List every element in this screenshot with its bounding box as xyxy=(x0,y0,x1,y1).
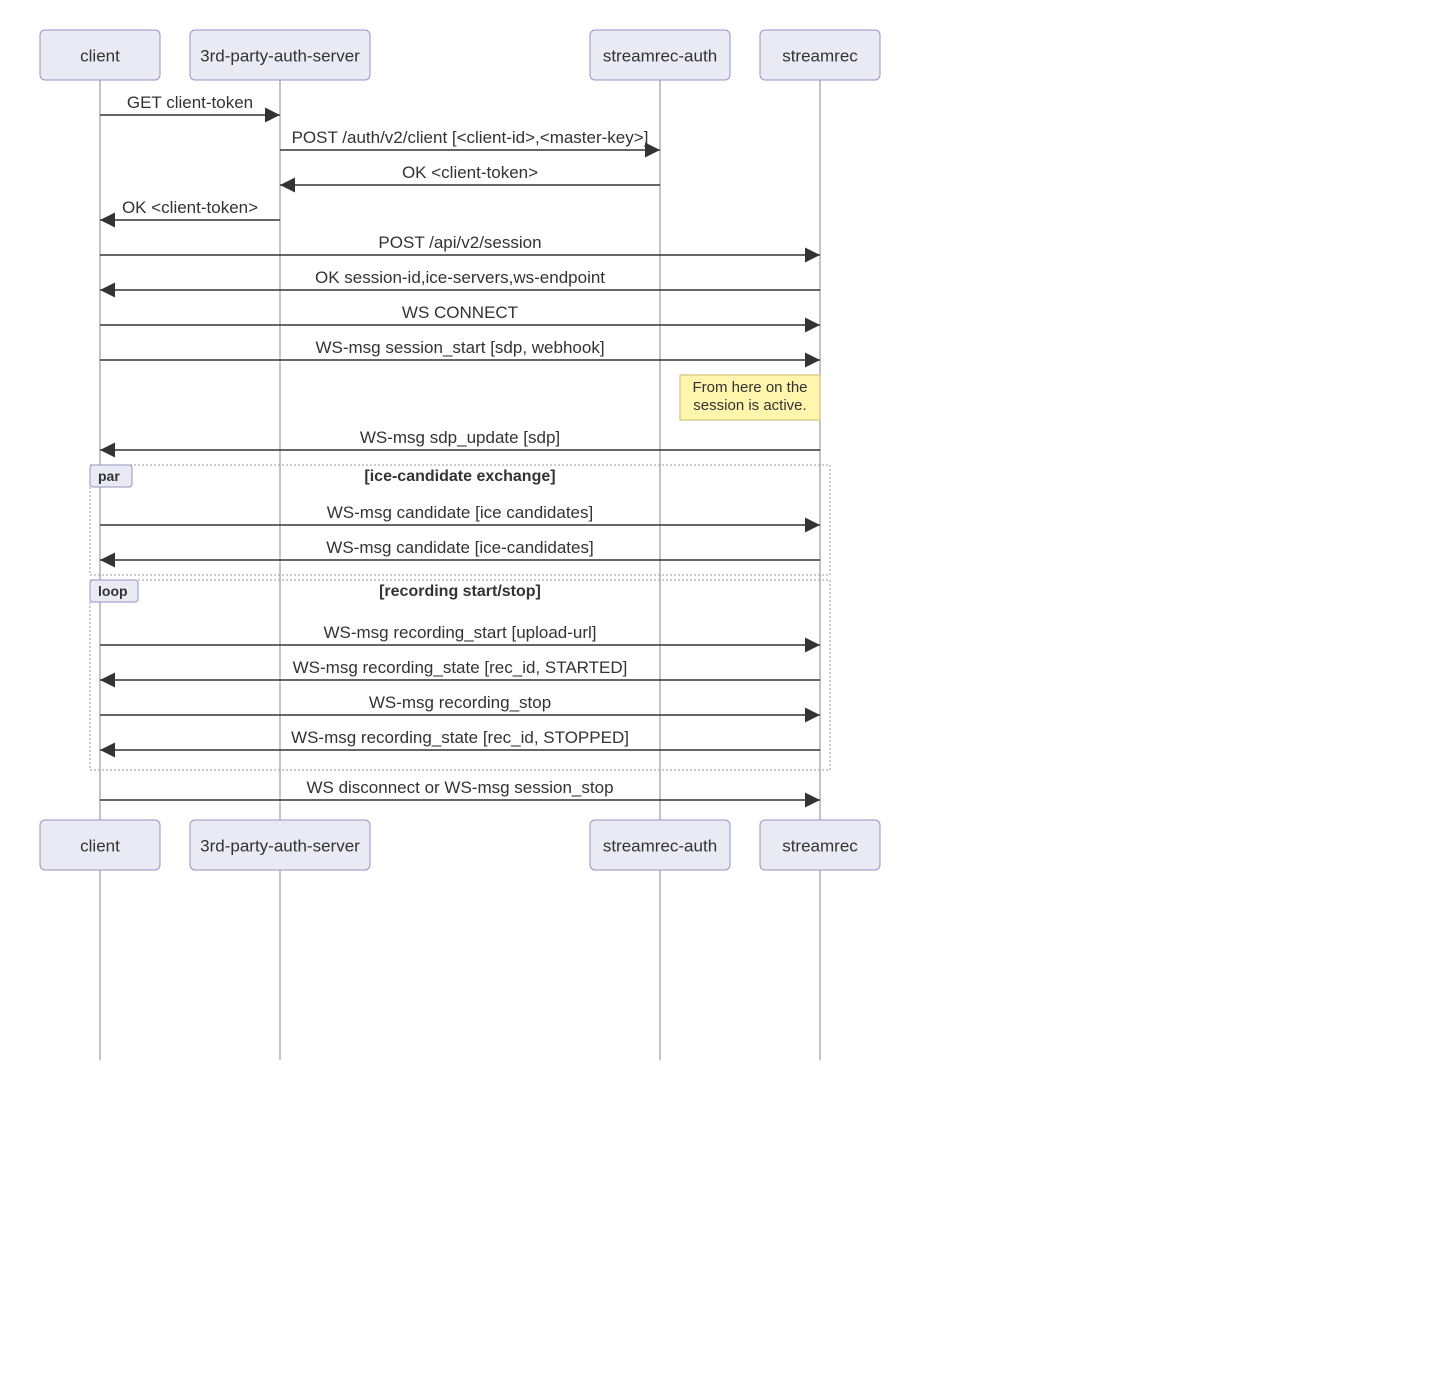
message-label: WS-msg candidate [ice candidates] xyxy=(327,503,593,522)
message-label: GET client-token xyxy=(127,93,253,112)
message-label: WS-msg recording_start [upload-url] xyxy=(323,623,596,642)
message-label: WS-msg session_start [sdp, webhook] xyxy=(315,338,604,357)
actor-label: client xyxy=(80,836,120,855)
message-label: WS-msg sdp_update [sdp] xyxy=(360,428,560,447)
fragment-label: par xyxy=(98,468,120,484)
actor-label: 3rd-party-auth-server xyxy=(200,836,360,855)
actor-label: streamrec-auth xyxy=(603,836,717,855)
sequence-diagram: client 3rd-party-auth-server streamrec-a… xyxy=(20,20,1150,1120)
message-label: WS-msg recording_state [rec_id, STARTED] xyxy=(293,658,628,677)
actor-label: streamrec xyxy=(782,46,858,65)
message-label: WS disconnect or WS-msg session_stop xyxy=(306,778,613,797)
message-label: WS-msg recording_state [rec_id, STOPPED] xyxy=(291,728,629,747)
fragment-title: [recording start/stop] xyxy=(379,583,541,600)
message-label: OK session-id,ice-servers,ws-endpoint xyxy=(315,268,605,287)
message-label: OK <client-token> xyxy=(402,163,538,182)
message-label: OK <client-token> xyxy=(122,198,258,217)
note-line: From here on the xyxy=(692,379,807,396)
message-label: POST /auth/v2/client [<client-id>,<maste… xyxy=(292,128,649,147)
note-line: session is active. xyxy=(693,397,806,414)
message-label: WS CONNECT xyxy=(402,303,518,322)
message-label: WS-msg recording_stop xyxy=(369,693,551,712)
actor-label: streamrec-auth xyxy=(603,46,717,65)
actor-label: streamrec xyxy=(782,836,858,855)
message-label: POST /api/v2/session xyxy=(378,233,541,252)
fragment-label: loop xyxy=(98,583,128,599)
fragment-title: [ice-candidate exchange] xyxy=(364,468,555,485)
message-label: WS-msg candidate [ice-candidates] xyxy=(326,538,593,557)
actor-label: 3rd-party-auth-server xyxy=(200,46,360,65)
actor-label: client xyxy=(80,46,120,65)
